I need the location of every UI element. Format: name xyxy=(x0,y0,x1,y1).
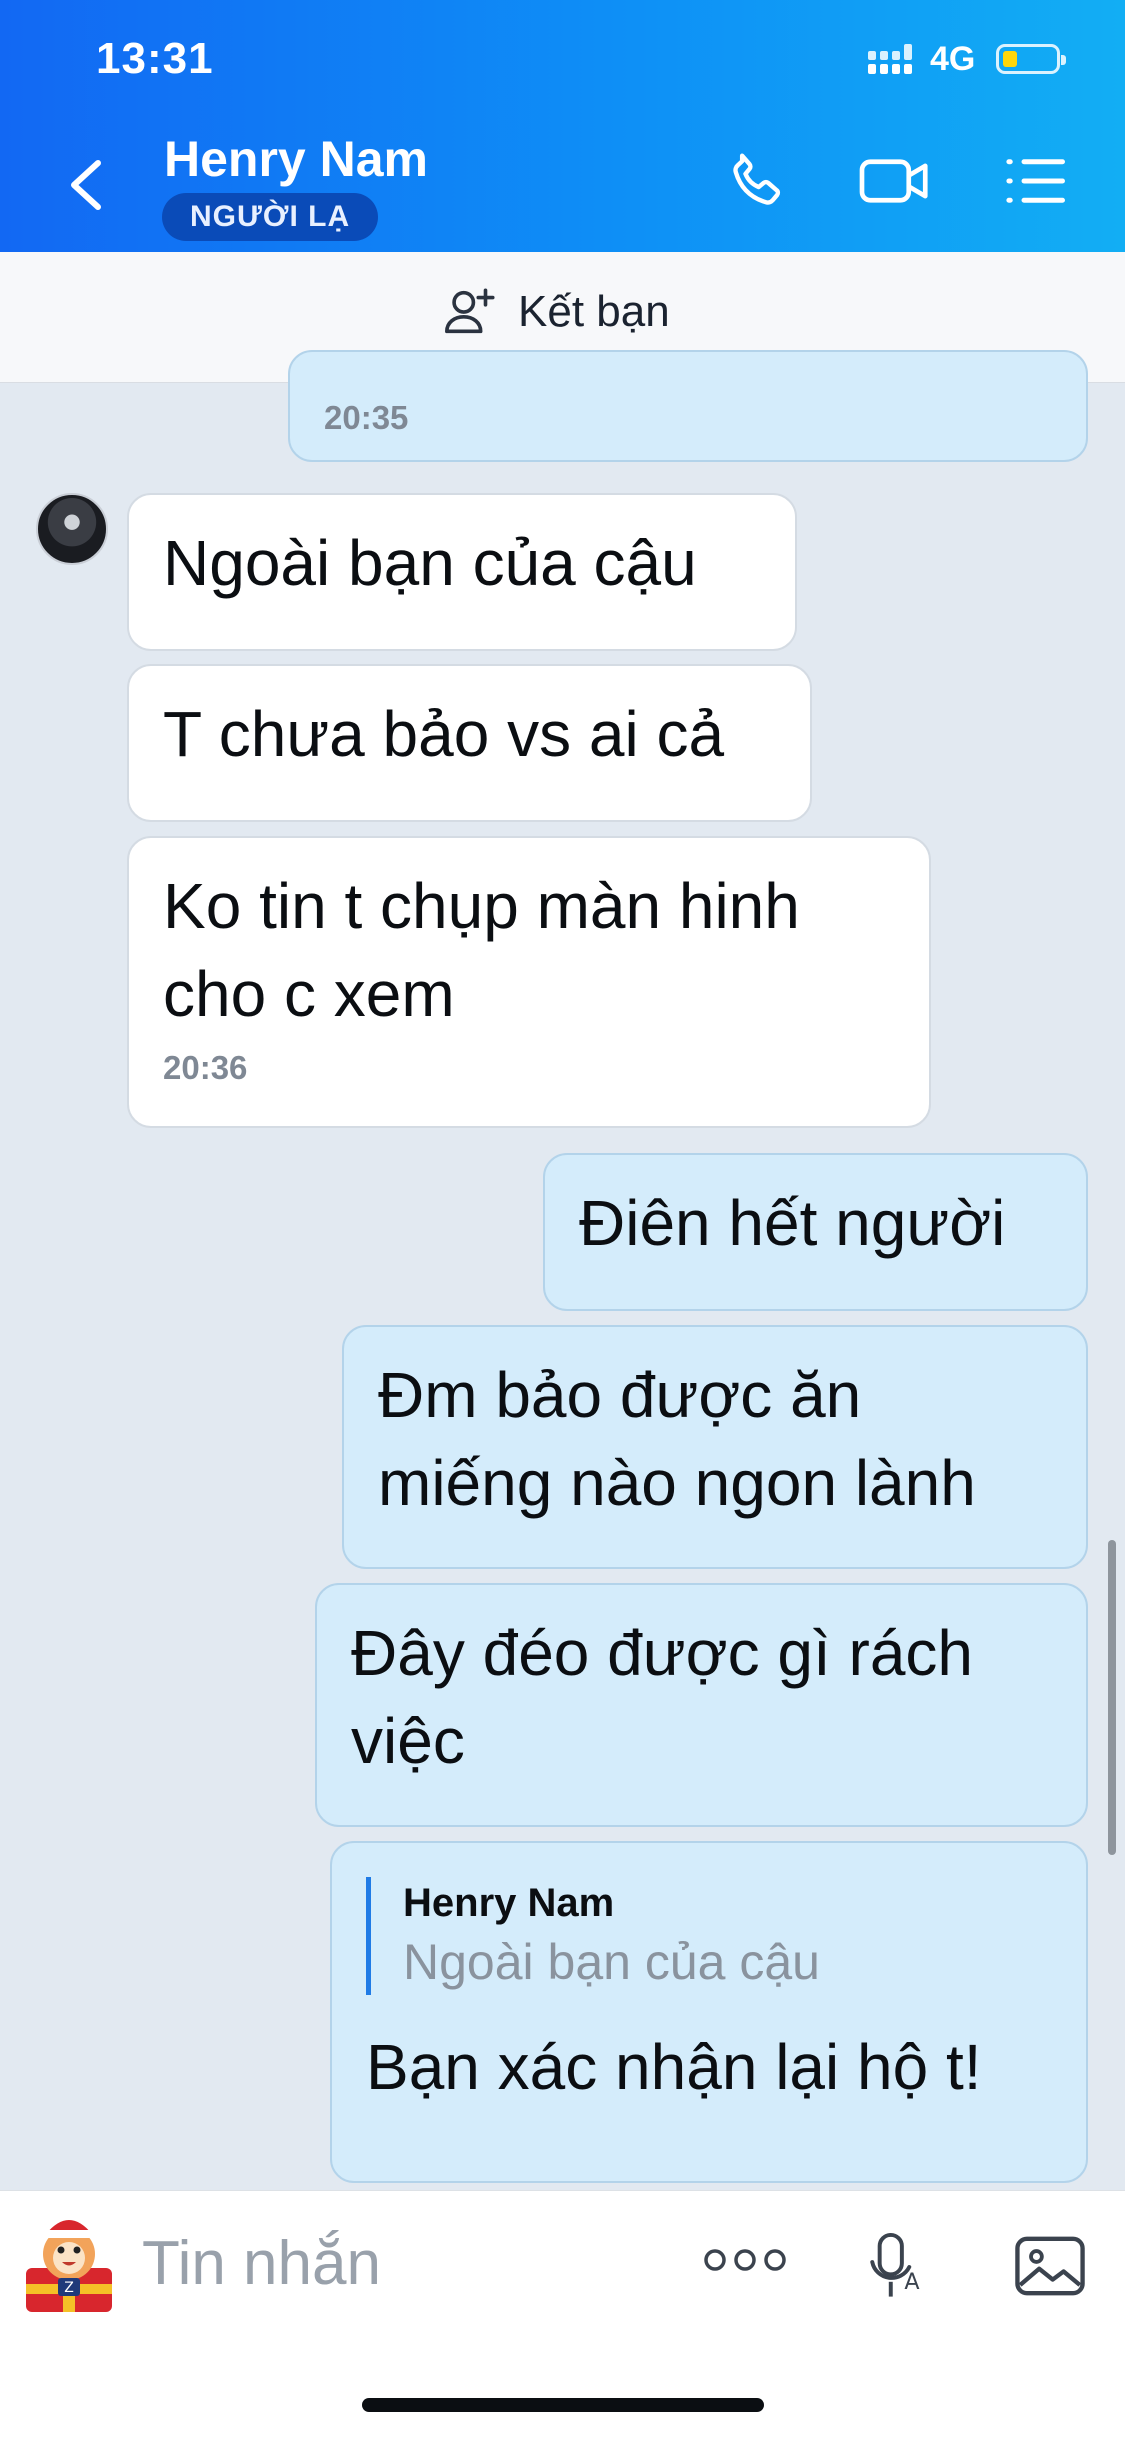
message-text: Bạn xác nhận lại hộ t! xyxy=(366,2031,982,2103)
quoted-message[interactable]: Henry Nam Ngoài bạn của cậu xyxy=(366,1877,1052,1995)
message-text: Điên hết người xyxy=(579,1187,1006,1259)
contact-avatar[interactable] xyxy=(36,493,108,565)
message-text: T chưa bảo vs ai cả xyxy=(163,698,725,770)
image-picker-button[interactable] xyxy=(1012,2232,1088,2300)
quoted-message-author: Henry Nam xyxy=(403,1881,615,1925)
svg-text:A: A xyxy=(904,2269,919,2295)
svg-text:Z: Z xyxy=(64,2280,74,2296)
add-friend-button[interactable]: Kết bạn xyxy=(442,283,670,341)
back-button[interactable] xyxy=(62,155,112,215)
message-time: 20:36 xyxy=(163,1049,248,1086)
add-user-icon xyxy=(445,288,495,334)
message-text: Đây đéo được gì rách việc xyxy=(351,1617,973,1777)
message-text: Ngoài bạn của cậu xyxy=(163,527,697,599)
message-time: 20:35 xyxy=(324,399,409,436)
chat-header: 13:31 4G Henry Nam NGƯỜI LẠ xyxy=(0,0,1125,252)
scrollbar[interactable] xyxy=(1108,1540,1116,1855)
menu-list-button[interactable] xyxy=(1002,148,1068,214)
more-options-button[interactable] xyxy=(703,2245,787,2275)
battery-icon xyxy=(996,44,1066,74)
status-time: 13:31 xyxy=(96,34,214,83)
sticker-button[interactable]: Z xyxy=(18,2208,122,2316)
message-bubble-outgoing[interactable]: 20:35 xyxy=(288,350,1088,462)
message-bubble-outgoing[interactable]: Đm bảo được ăn miếng nào ngon lành xyxy=(342,1325,1088,1569)
message-bubble-outgoing[interactable]: Điên hết người xyxy=(543,1153,1088,1311)
message-text: Ko tin t chụp màn hinh cho c xem xyxy=(163,870,800,1030)
stranger-badge: NGƯỜI LẠ xyxy=(162,193,379,241)
message-bubble-outgoing-reply[interactable]: Henry Nam Ngoài bạn của cậu Bạn xác nhận… xyxy=(330,1841,1088,2183)
voice-to-text-button[interactable]: A xyxy=(862,2230,922,2304)
contact-name[interactable]: Henry Nam xyxy=(164,130,428,188)
quoted-message-text: Ngoài bạn của cậu xyxy=(403,1934,820,1990)
signal-strength-icon xyxy=(868,44,912,74)
message-bubble-incoming[interactable]: Ngoài bạn của cậu xyxy=(127,493,797,651)
message-input[interactable]: Tin nhắn xyxy=(142,2228,381,2299)
message-bubble-incoming[interactable]: Ko tin t chụp màn hinh cho c xem 20:36 xyxy=(127,836,931,1128)
phone-call-button[interactable] xyxy=(724,148,790,214)
home-indicator[interactable] xyxy=(362,2398,764,2412)
message-bubble-incoming[interactable]: T chưa bảo vs ai cả xyxy=(127,664,812,822)
add-friend-label: Kết bạn xyxy=(518,287,670,336)
message-bubble-outgoing[interactable]: Đây đéo được gì rách việc xyxy=(315,1583,1088,1827)
video-call-button[interactable] xyxy=(856,148,934,214)
message-text: Đm bảo được ăn miếng nào ngon lành xyxy=(378,1359,976,1519)
network-type: 4G xyxy=(930,40,976,78)
